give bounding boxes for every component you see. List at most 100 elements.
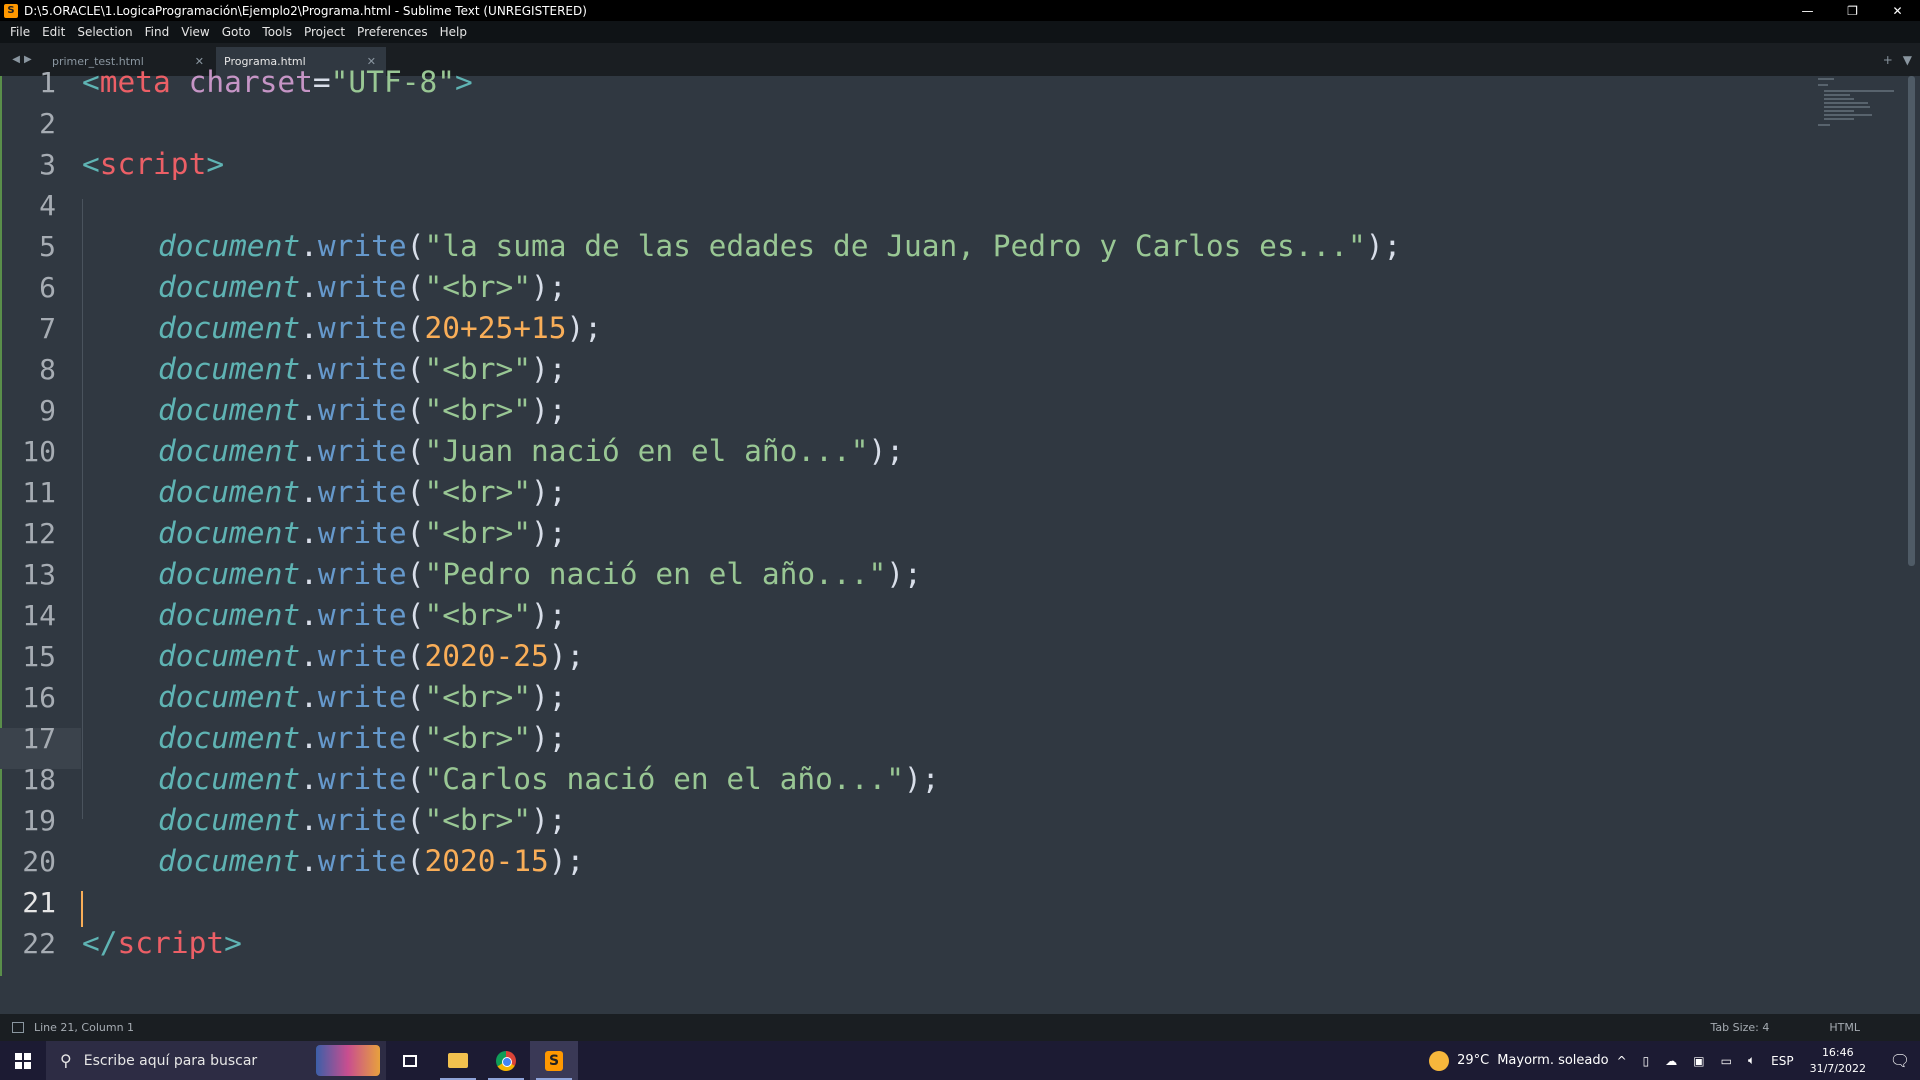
string-literal: "Juan nació en el año..." bbox=[424, 434, 869, 468]
paren-open: ( bbox=[406, 598, 425, 632]
folder-icon bbox=[448, 1053, 468, 1068]
function-name: write bbox=[317, 680, 407, 714]
paren-open: ( bbox=[406, 475, 425, 509]
minimap[interactable] bbox=[1818, 78, 1898, 126]
dot: . bbox=[300, 680, 318, 714]
taskbar-search[interactable]: ⚲ Escribe aquí para buscar bbox=[46, 1041, 386, 1080]
function-name: write bbox=[317, 844, 407, 878]
minimize-button[interactable]: — bbox=[1785, 0, 1830, 21]
paren-close: ); bbox=[531, 516, 567, 550]
file-explorer-button[interactable] bbox=[434, 1041, 482, 1080]
notification-center-icon[interactable]: 🗨︎ bbox=[1880, 1051, 1920, 1070]
object-name: document bbox=[158, 475, 301, 509]
code-line-6: document.write("<br>"); bbox=[158, 267, 567, 308]
paren-open: ( bbox=[406, 229, 425, 263]
menu-help[interactable]: Help bbox=[434, 25, 473, 39]
menu-goto[interactable]: Goto bbox=[216, 25, 257, 39]
new-tab-icon[interactable]: + bbox=[1883, 53, 1893, 67]
tab-next-icon[interactable]: ▶ bbox=[24, 54, 32, 65]
cloud-icon[interactable]: ☁ bbox=[1665, 1054, 1677, 1068]
weather-temperature[interactable]: 29°C bbox=[1457, 1053, 1489, 1068]
menu-selection[interactable]: Selection bbox=[71, 25, 138, 39]
weather-description[interactable]: Mayorm. soleado bbox=[1497, 1053, 1608, 1068]
clock[interactable]: 16:46 31/7/2022 bbox=[1810, 1045, 1866, 1077]
function-name: write bbox=[317, 270, 407, 304]
network-icon[interactable]: ▭ bbox=[1721, 1054, 1732, 1068]
clock-date: 31/7/2022 bbox=[1809, 1061, 1866, 1075]
chevron-up-icon[interactable]: ^ bbox=[1617, 1054, 1627, 1068]
language-indicator[interactable]: ESP bbox=[1771, 1054, 1793, 1068]
chrome-button[interactable] bbox=[482, 1041, 530, 1080]
vertical-scrollbar[interactable] bbox=[1908, 76, 1915, 566]
line-number: 9 bbox=[39, 394, 56, 427]
function-name: write bbox=[317, 803, 407, 837]
paren-close: ); bbox=[566, 311, 603, 345]
paren-close: ); bbox=[886, 557, 922, 591]
start-button[interactable] bbox=[0, 1041, 46, 1080]
string-literal: "<br>" bbox=[424, 475, 532, 509]
task-view-icon bbox=[403, 1054, 417, 1067]
line-number: 22 bbox=[22, 927, 56, 960]
menu-edit[interactable]: Edit bbox=[36, 25, 71, 39]
task-view-button[interactable] bbox=[386, 1041, 434, 1080]
device-icon[interactable]: ▯ bbox=[1643, 1054, 1650, 1068]
line-number: 10 bbox=[22, 435, 56, 468]
line-number: 15 bbox=[22, 640, 56, 673]
code-line-16: document.write("<br>"); bbox=[158, 677, 567, 718]
numeric-expression: 20+25+15 bbox=[424, 311, 567, 345]
code-line-22: </script> bbox=[82, 923, 242, 964]
code-line-14: document.write("<br>"); bbox=[158, 595, 567, 636]
indent-guide bbox=[82, 199, 83, 819]
close-button[interactable]: ✕ bbox=[1875, 0, 1920, 21]
line-number-current: 21 bbox=[22, 886, 56, 919]
code-line-9: document.write("<br>"); bbox=[158, 390, 567, 431]
minimap-line bbox=[1824, 98, 1854, 100]
dot: . bbox=[300, 434, 318, 468]
dot: . bbox=[300, 475, 318, 509]
tab-prev-icon[interactable]: ◀ bbox=[12, 54, 20, 65]
paren-open: ( bbox=[406, 434, 425, 468]
dot: . bbox=[300, 393, 318, 427]
weather-sun-cloud-icon[interactable] bbox=[1429, 1050, 1450, 1071]
tag-name: script bbox=[99, 147, 207, 181]
minimap-line bbox=[1824, 102, 1868, 104]
tab-size-indicator[interactable]: Tab Size: 4 bbox=[1710, 1021, 1769, 1034]
dot: . bbox=[300, 270, 318, 304]
volume-icon[interactable]: 🔈︎ bbox=[1748, 1053, 1755, 1068]
string-literal: "<br>" bbox=[424, 598, 532, 632]
code-line-11: document.write("<br>"); bbox=[158, 472, 567, 513]
string-literal: "Pedro nació en el año..." bbox=[424, 557, 887, 591]
paren-open: ( bbox=[406, 352, 425, 386]
paren-open: ( bbox=[406, 516, 425, 550]
paren-close: ); bbox=[1365, 229, 1402, 263]
dot: . bbox=[300, 352, 318, 386]
code-line-5: document.write("la suma de las edades de… bbox=[158, 226, 1401, 267]
tab-list-chevron-down-icon[interactable]: ▼ bbox=[1903, 53, 1912, 67]
dot: . bbox=[300, 557, 318, 591]
code-line-12: document.write("<br>"); bbox=[158, 513, 567, 554]
security-icon[interactable]: ▣ bbox=[1693, 1054, 1704, 1068]
title-bar: S D:\5.ORACLE\1.LogicaProgramación\Ejemp… bbox=[0, 0, 1920, 21]
menu-preferences[interactable]: Preferences bbox=[351, 25, 434, 39]
function-name: write bbox=[317, 598, 407, 632]
line-number: 13 bbox=[22, 558, 56, 591]
maximize-button[interactable]: ❐ bbox=[1830, 0, 1875, 21]
syntax-indicator[interactable]: HTML bbox=[1829, 1021, 1860, 1034]
paren-close: ); bbox=[531, 270, 567, 304]
line-number: 20 bbox=[22, 845, 56, 878]
sublime-app-icon: S bbox=[4, 3, 18, 18]
minimap-line bbox=[1818, 78, 1834, 80]
dot: . bbox=[300, 639, 318, 673]
object-name: document bbox=[158, 721, 301, 755]
menu-project[interactable]: Project bbox=[298, 25, 351, 39]
code-editor[interactable]: 1 2 3 4 5 6 7 8 9 10 11 12 13 14 15 16 1… bbox=[0, 65, 1920, 1014]
menu-tools[interactable]: Tools bbox=[256, 25, 298, 39]
paren-close: ); bbox=[531, 475, 567, 509]
panel-toggle-icon[interactable] bbox=[12, 1022, 24, 1033]
line-number: 16 bbox=[22, 681, 56, 714]
menu-find[interactable]: Find bbox=[139, 25, 176, 39]
object-name: document bbox=[158, 229, 301, 263]
sublime-text-button[interactable]: S bbox=[530, 1041, 578, 1080]
menu-file[interactable]: File bbox=[4, 25, 36, 39]
menu-view[interactable]: View bbox=[175, 25, 215, 39]
